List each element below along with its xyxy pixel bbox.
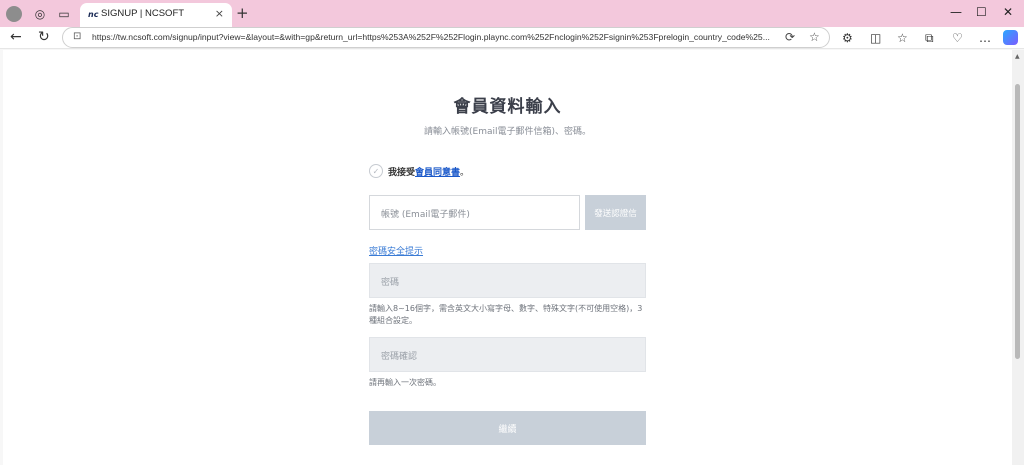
refresh-icon[interactable]: ↻ <box>38 29 50 45</box>
account-placeholder: 帳號 (Email電子郵件) <box>381 210 470 220</box>
confirm-help-text: 請再輸入一次密碼。 <box>369 378 441 387</box>
continue-button[interactable]: 繼續 <box>369 411 646 445</box>
maximize-icon[interactable]: ☐ <box>976 5 987 19</box>
confirm-placeholder: 密碼確認 <box>381 352 418 362</box>
copilot-icon[interactable] <box>1003 30 1018 45</box>
lock-icon[interactable]: ⊡ <box>73 31 81 42</box>
new-tab-icon[interactable]: + <box>236 4 249 22</box>
favorites-icon[interactable]: ☆ <box>897 31 908 45</box>
translate-icon[interactable]: ⟳ <box>785 30 795 44</box>
more-options-icon[interactable]: … <box>979 31 991 45</box>
collections-icon[interactable]: ⧉ <box>925 31 934 46</box>
extensions-icon[interactable]: ⚙ <box>842 31 853 45</box>
scroll-up-icon[interactable]: ▲ <box>1015 53 1020 60</box>
tab-actions-icon[interactable]: ▭ <box>56 6 72 22</box>
page-content: 會員資料輸入 請輸入帳號(Email電子郵件信箱)、密碼。 ✓ 我接受 會員同意… <box>3 50 1012 465</box>
password-security-tip-link[interactable]: 密碼安全提示 <box>369 244 423 257</box>
agree-prefix: 我接受 <box>388 167 416 178</box>
password-field[interactable]: 密碼 <box>369 263 646 298</box>
agree-checkbox[interactable]: ✓ <box>369 164 383 178</box>
minimize-icon[interactable]: — <box>950 5 962 19</box>
split-screen-icon[interactable]: ◫ <box>870 31 881 45</box>
account-email-field[interactable]: 帳號 (Email電子郵件) <box>369 195 580 230</box>
check-icon: ✓ <box>372 166 380 176</box>
address-bar[interactable]: ⊡ https://tw.ncsoft.com/signup/input?vie… <box>62 27 830 48</box>
scroll-thumb[interactable] <box>1015 84 1020 359</box>
profile-avatar[interactable] <box>6 6 22 22</box>
page-scrollbar[interactable]: ▲ <box>1012 50 1024 465</box>
password-help-text: 請輸入8~16個字，需含英文大小寫字母、數字、特殊文字(不可使用空格)，3種組合… <box>369 304 643 325</box>
browser-tab-active[interactable]: nc SIGNUP | NCSOFT × <box>80 3 232 27</box>
ncsoft-favicon-icon: nc <box>88 10 99 19</box>
browser-essentials-icon[interactable]: ♡ <box>952 31 963 45</box>
workspaces-icon[interactable]: ◎ <box>32 6 48 22</box>
agree-suffix: 。 <box>460 167 470 178</box>
favorite-star-icon[interactable]: ☆ <box>809 30 820 44</box>
tab-title: SIGNUP | NCSOFT <box>101 8 185 19</box>
tab-close-icon[interactable]: × <box>215 7 224 20</box>
page-subtitle: 請輸入帳號(Email電子郵件信箱)、密碼。 <box>424 127 591 137</box>
url-text[interactable]: https://tw.ncsoft.com/signup/input?view=… <box>92 32 782 42</box>
back-icon[interactable]: ← <box>10 29 22 45</box>
page-title: 會員資料輸入 <box>453 97 562 117</box>
agreement-row: ✓ 我接受 會員同意書 。 <box>369 164 469 178</box>
send-verification-button[interactable]: 發送認證信 <box>585 195 646 230</box>
close-window-icon[interactable]: ✕ <box>1003 5 1013 19</box>
password-confirm-field[interactable]: 密碼確認 <box>369 337 646 372</box>
member-agreement-link[interactable]: 會員同意書 <box>415 165 460 178</box>
password-placeholder: 密碼 <box>381 278 400 288</box>
title-bar: ◎ ▭ nc SIGNUP | NCSOFT × + — ☐ ✕ <box>0 0 1024 27</box>
